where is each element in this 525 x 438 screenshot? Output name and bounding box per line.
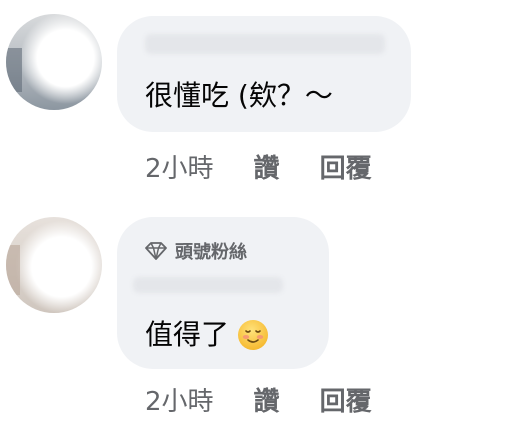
comment-actions: 2小時 讚 回覆 (145, 148, 372, 185)
comment-2: 頭號粉絲 值得了 2小時 讚 回覆 (0, 205, 525, 438)
reply-button[interactable]: 回覆 (320, 148, 372, 185)
comment-bubble: 頭號粉絲 值得了 (117, 217, 329, 369)
avatar[interactable] (6, 217, 102, 313)
top-fan-badge: 頭號粉絲 (145, 239, 247, 263)
like-button[interactable]: 讚 (254, 148, 280, 185)
badge-label: 頭號粉絲 (175, 242, 247, 263)
comment-text: 值得了 (145, 318, 230, 351)
comment-text-row: 值得了 (145, 317, 269, 353)
reply-button[interactable]: 回覆 (320, 381, 372, 418)
comment-actions: 2小時 讚 回覆 (145, 381, 372, 418)
comment-1: 很懂吃 (欸？～ 2小時 讚 回覆 (0, 0, 525, 205)
comment-bubble: 很懂吃 (欸？～ (117, 16, 411, 132)
smiling-face-icon (237, 319, 269, 351)
timestamp[interactable]: 2小時 (145, 148, 214, 185)
comment-text: 很懂吃 (欸？～ (145, 79, 333, 112)
timestamp[interactable]: 2小時 (145, 381, 214, 418)
avatar[interactable] (6, 14, 102, 110)
like-button[interactable]: 讚 (254, 381, 280, 418)
diamond-icon (145, 242, 167, 260)
blurred-author-name[interactable] (133, 277, 283, 293)
blurred-author-name[interactable] (145, 34, 385, 54)
